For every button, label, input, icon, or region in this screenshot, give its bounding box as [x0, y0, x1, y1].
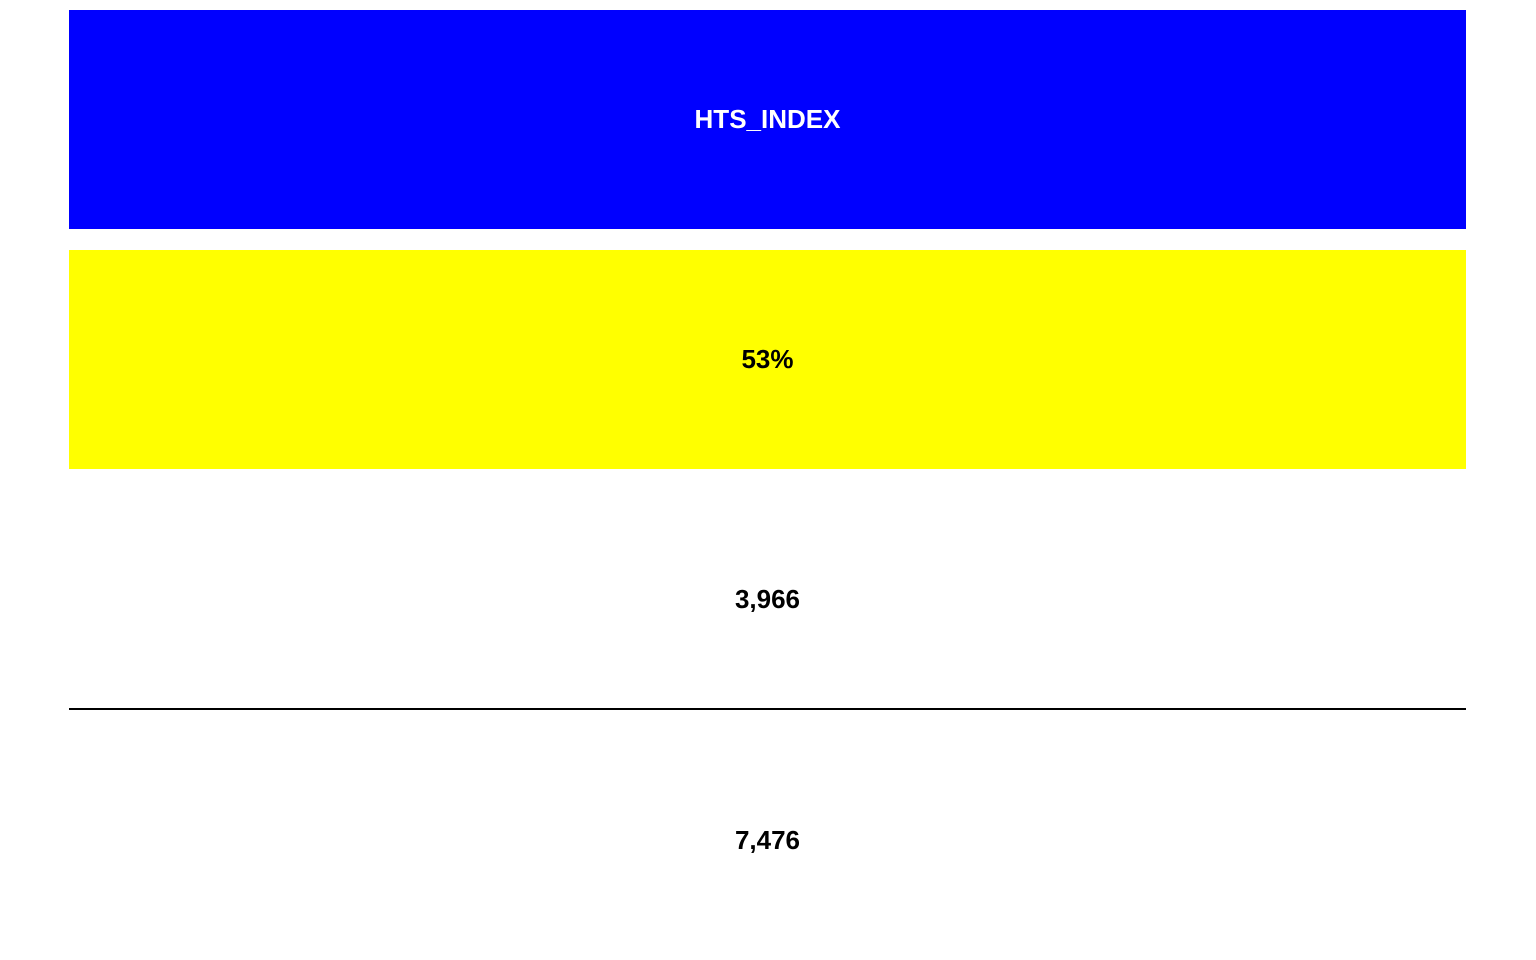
indicator-title-cell: HTS_INDEX	[69, 10, 1466, 229]
denominator-cell: 7,476	[69, 730, 1466, 950]
ratio-value: 53%	[741, 344, 794, 374]
denominator-value: 7,476	[734, 824, 801, 855]
fraction-divider	[69, 708, 1466, 710]
numerator-cell: 3,966	[69, 490, 1466, 708]
numerator-value: 3,966	[734, 583, 801, 614]
ratio-cell: 53%	[69, 250, 1466, 469]
indicator-title: HTS_INDEX	[694, 104, 841, 134]
